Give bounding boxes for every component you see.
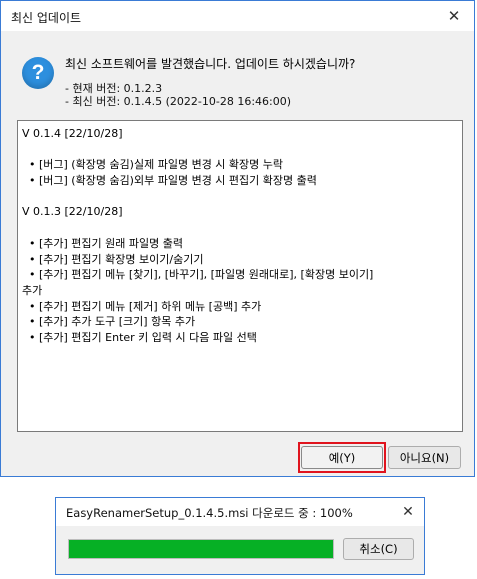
update-question-text: 최신 소프트웨어를 발견했습니다. 업데이트 하시겠습니까? [65, 57, 356, 71]
changelog-line: • [추가] 추가 도구 [크기] 항목 추가 [22, 315, 196, 329]
no-button[interactable]: 아니요(N) [388, 446, 461, 469]
changelog-line [22, 142, 458, 158]
latest-version-text: - 최신 버전: 0.1.4.5 (2022-10-28 16:46:00) [65, 95, 292, 108]
changelog-line: • [추가] 편집기 Enter 키 입력 시 다음 파일 선택 [22, 330, 257, 344]
cancel-button[interactable]: 취소(C) [343, 538, 414, 560]
changelog-line: • [추가] 편집기 확장명 보이기/숨기기 [22, 252, 204, 266]
changelog-line: • [추가] 편집기 메뉴 [찾기], [바꾸기], [파일명 원래대로], [… [22, 268, 374, 282]
changelog-line: V 0.1.4 [22/10/28] [22, 127, 123, 140]
download-dialog: EasyRenamerSetup_0.1.4.5.msi 다운로드 중 : 10… [55, 497, 425, 575]
changelog-line: 추가 [22, 283, 43, 297]
close-icon[interactable]: ✕ [434, 1, 474, 31]
download-progress-fill [69, 540, 333, 558]
download-dialog-titlebar[interactable]: EasyRenamerSetup_0.1.4.5.msi 다운로드 중 : 10… [56, 498, 424, 526]
yes-button[interactable]: 예(Y) [301, 446, 383, 469]
download-dialog-title: EasyRenamerSetup_0.1.4.5.msi 다운로드 중 : 10… [66, 506, 353, 520]
changelog-textbox[interactable]: V 0.1.4 [22/10/28] • [버그] (확장명 숨김)실제 파일명… [17, 120, 463, 432]
download-close-icon[interactable]: ✕ [392, 498, 424, 526]
changelog-line: • [추가] 편집기 메뉴 [제거] 하위 메뉴 [공백] 추가 [22, 299, 262, 313]
update-dialog-titlebar[interactable]: 최신 업데이트 ✕ [1, 1, 474, 31]
changelog-line [22, 189, 458, 205]
update-dialog-title: 최신 업데이트 [11, 11, 82, 25]
changelog-line: • [추가] 편집기 원래 파일명 출력 [22, 236, 183, 250]
update-dialog: 최신 업데이트 ✕ ? 최신 소프트웨어를 발견했습니다. 업데이트 하시겠습니… [0, 0, 475, 477]
changelog-line [22, 220, 458, 236]
download-progress-bar [68, 539, 334, 559]
question-icon: ? [22, 57, 54, 89]
changelog-line: V 0.1.3 [22/10/28] [22, 205, 123, 219]
changelog-line: • [버그] (확장명 숨김)실제 파일명 변경 시 확장명 누락 [22, 158, 284, 172]
changelog-line: • [버그] (확장명 숨김)외부 파일명 변경 시 편집기 확장명 출력 [22, 174, 317, 188]
